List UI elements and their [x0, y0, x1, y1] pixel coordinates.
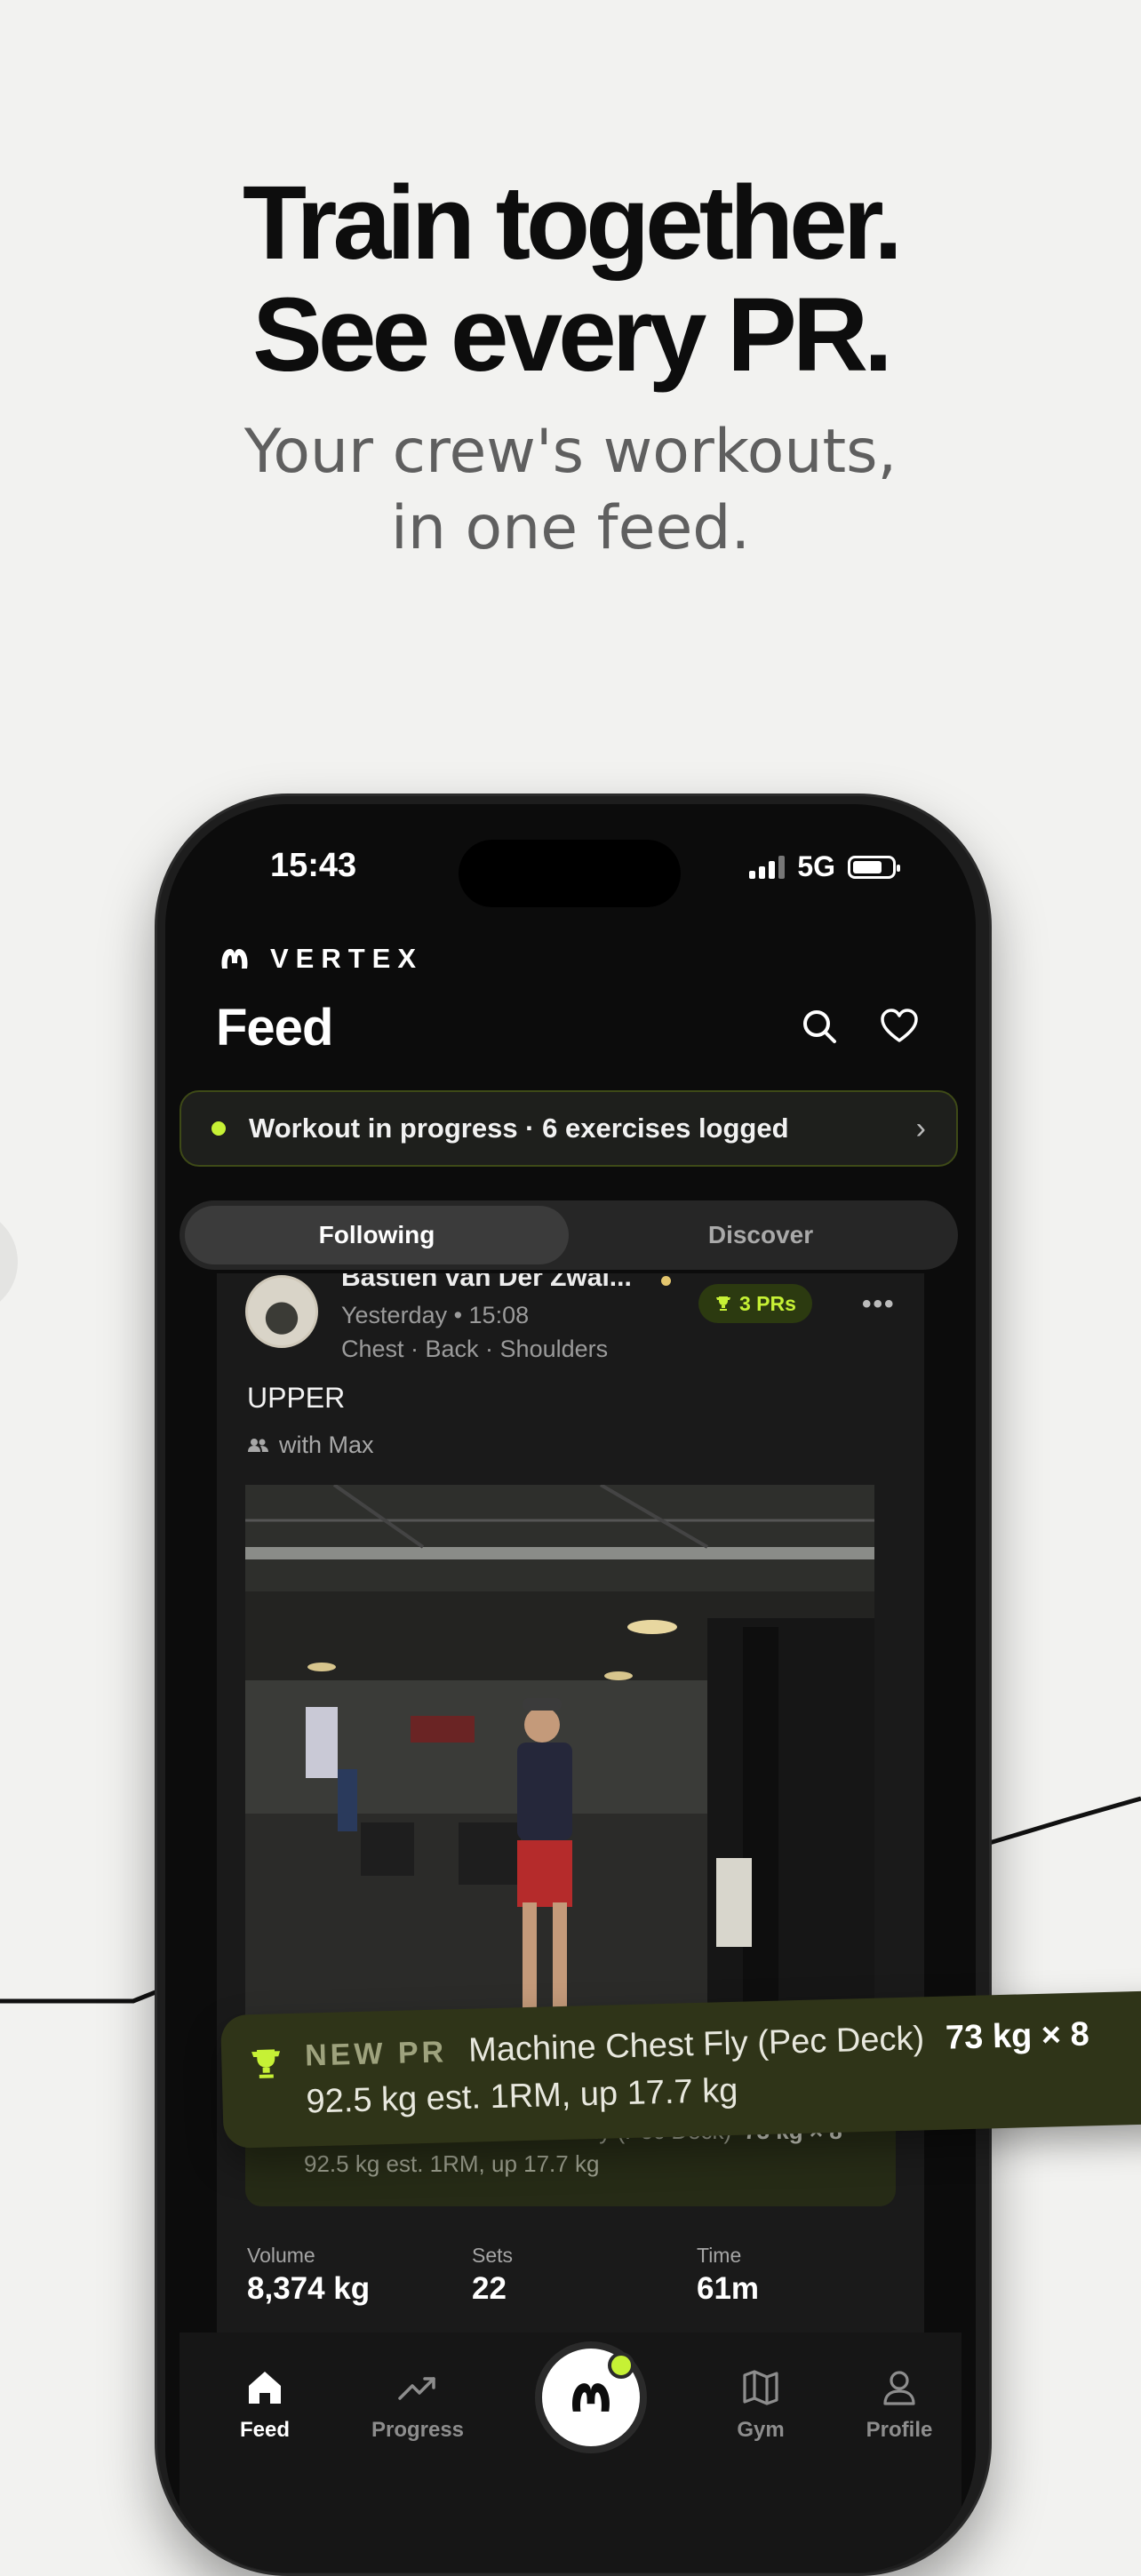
stat-value: 61m	[697, 2271, 760, 2306]
stat-label: Volume	[247, 2244, 315, 2267]
status-time: 15:43	[270, 847, 357, 884]
nav-progress-label: Progress	[371, 2418, 465, 2442]
workout-partners: with Max	[247, 1432, 374, 1459]
stat-value: 22	[472, 2271, 507, 2306]
feed-tab-switcher: Following Discover	[180, 1200, 958, 1270]
home-icon	[249, 2372, 281, 2404]
trending-up-icon	[398, 2377, 435, 2400]
post-muscles: Chest · Back · Shoulders	[341, 1336, 609, 1362]
brand: VERTEX	[219, 943, 423, 975]
pr-count-label: 3 PRs	[739, 1291, 796, 1315]
post-username[interactable]: Bastien van Der Zwal...	[341, 1273, 632, 1293]
chevron-right-icon: ›	[915, 1111, 926, 1145]
workout-photo[interactable]	[245, 1485, 874, 2036]
bottom-tab-bar: Feed Progress Gym Profile	[180, 2333, 961, 2572]
stat-value: 8,374 kg	[247, 2271, 371, 2306]
people-icon	[248, 1438, 268, 1452]
brand-logo-icon	[221, 949, 248, 969]
battery-icon	[848, 855, 900, 879]
subhead-line-1: Your crew's workouts,	[243, 417, 898, 487]
page-title: Feed	[216, 999, 333, 1057]
headline-line-2: See every PR.	[252, 276, 893, 394]
phone-screen: 15:43 5G VERTEX Feed Workout in progress…	[165, 804, 976, 2572]
map-icon	[743, 2370, 778, 2405]
trophy-icon	[251, 2049, 281, 2078]
status-indicators: 5G	[749, 850, 900, 883]
nav-gym[interactable]: Gym	[698, 2359, 823, 2443]
start-workout-button[interactable]	[535, 2341, 647, 2453]
stat-label: Sets	[472, 2244, 514, 2267]
brand-logo-icon	[572, 2383, 610, 2412]
search-icon[interactable]	[798, 1005, 841, 1048]
tab-following[interactable]: Following	[185, 1206, 569, 1264]
user-icon	[883, 2371, 915, 2405]
nav-gym-label: Gym	[737, 2418, 785, 2442]
pr-count-badge: 3 PRs	[698, 1284, 812, 1323]
avatar[interactable]	[245, 1275, 318, 1348]
more-options-icon[interactable]: •••	[862, 1289, 896, 1320]
nav-feed[interactable]: Feed	[203, 2359, 327, 2443]
pr-detail: 92.5 kg est. 1RM, up 17.7 kg	[304, 2150, 600, 2177]
subhead-line-2: in one feed.	[390, 493, 751, 563]
nav-profile[interactable]: Profile	[837, 2359, 961, 2443]
stat-time: Time 61m	[697, 2244, 922, 2307]
nav-progress[interactable]: Progress	[355, 2359, 480, 2443]
partners-label: with Max	[279, 1432, 374, 1458]
workout-in-progress-banner[interactable]: Workout in progress · 6 exercises logged…	[180, 1090, 958, 1167]
heart-icon[interactable]	[878, 1005, 921, 1048]
live-indicator-dot	[211, 1121, 226, 1136]
stat-sets: Sets 22	[472, 2244, 697, 2307]
tab-discover[interactable]: Discover	[569, 1206, 953, 1264]
stat-volume: Volume 8,374 kg	[247, 2244, 472, 2307]
dynamic-island	[459, 840, 681, 907]
workout-banner-text: Workout in progress · 6 exercises logged	[249, 1113, 789, 1144]
nav-feed-label: Feed	[239, 2418, 290, 2442]
workout-title: UPPER	[247, 1382, 346, 1414]
pr-exercise: Machine Chest Fly (Pec Deck)	[467, 2020, 925, 2070]
headline-line-1: Train together.	[242, 164, 903, 282]
pr-value: 73 kg × 8	[945, 2015, 1090, 2057]
feed-post-card[interactable]: Bastien van Der Zwal... Yesterday • 15:0…	[217, 1273, 924, 2340]
new-pr-highlight: NEW PR Machine Chest Fly (Pec Deck) 73 k…	[220, 1990, 1141, 2149]
nav-profile-label: Profile	[866, 2418, 933, 2442]
post-time: Yesterday • 15:08	[341, 1302, 530, 1328]
network-label: 5G	[797, 850, 835, 882]
post-stats: Volume 8,374 kg Sets 22 Time 61m	[247, 2244, 922, 2307]
signal-icon	[749, 855, 786, 879]
page-subheadline: Your crew's workouts, in one feed.	[0, 414, 1141, 567]
active-indicator-dot	[608, 2352, 634, 2379]
brand-name: VERTEX	[270, 943, 424, 974]
trophy-icon	[716, 1296, 730, 1311]
stat-label: Time	[697, 2244, 742, 2267]
pr-tag: NEW PR	[304, 2035, 448, 2073]
page-headline: Train together. See every PR.	[0, 167, 1141, 391]
status-dot	[661, 1276, 671, 1286]
